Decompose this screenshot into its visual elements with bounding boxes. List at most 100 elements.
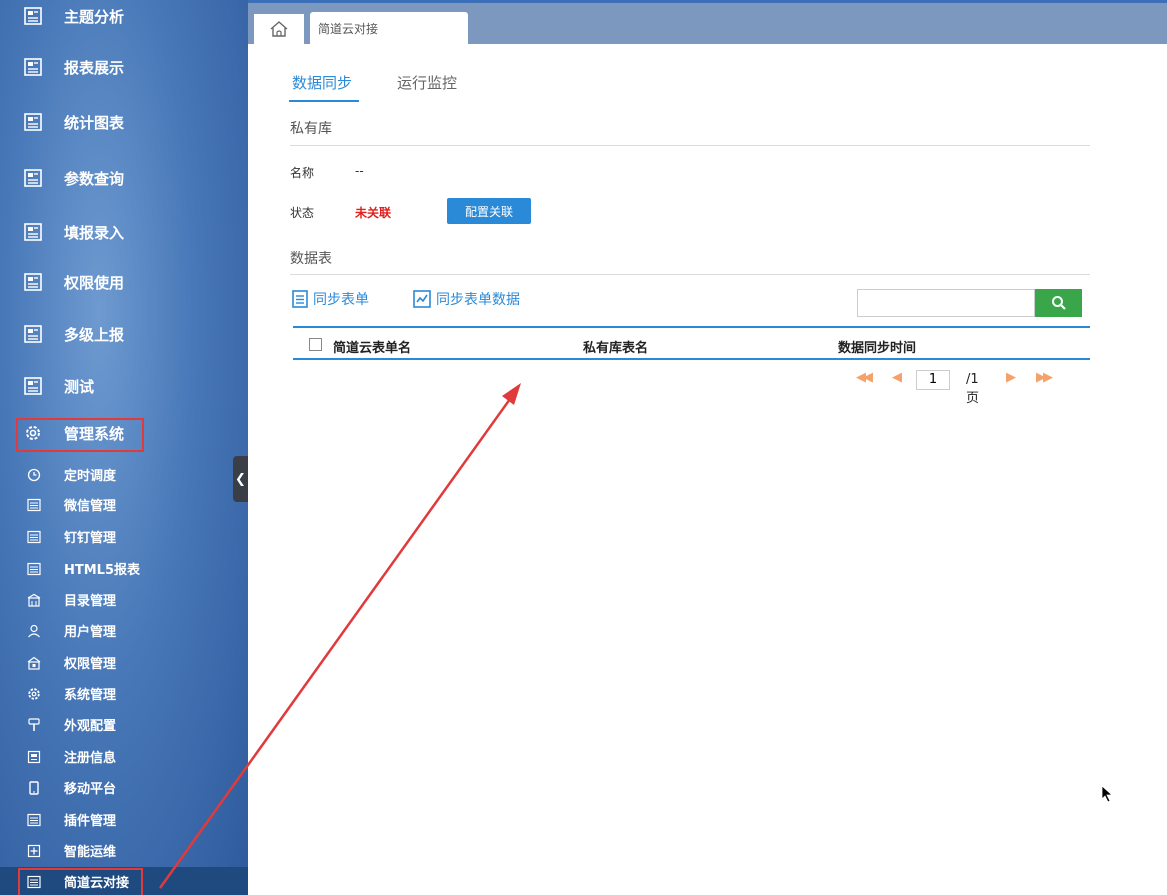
sidebar-item-report-display[interactable]: 报表展示 [0,47,248,87]
table-header: 简道云表单名 私有库表名 数据同步时间 [293,326,1090,360]
sidebar-item-label: 测试 [64,377,95,396]
sidebar-item-label: 移动平台 [64,782,117,797]
status-label: 状态 [290,206,315,220]
report-icon [24,325,42,343]
sync-form-data-label: 同步表单数据 [436,292,520,308]
report-icon [24,113,42,131]
sidebar-item-theme-analysis[interactable]: 主题分析 [0,0,248,36]
sidebar-item-label: 智能运维 [64,845,117,860]
chart-line-icon [413,290,431,308]
sidebar-item-label: 外观配置 [64,719,117,734]
data-table-title: 数据表 [290,251,332,267]
chevron-left-icon: ❮ [235,471,246,487]
grid-icon [27,530,41,543]
sidebar-item-label: 权限管理 [64,657,117,672]
tab-jiandaoyun[interactable]: 简道云对接 [310,12,468,44]
prev-page-icon[interactable]: ◀ [892,370,902,385]
search-input[interactable] [857,289,1035,317]
search-icon [1051,296,1066,310]
report-icon [24,223,42,241]
sidebar-item-test[interactable]: 测试 [0,366,248,406]
sidebar: 主题分析 报表展示 统计图表 参数查询 填报录入 权限使用 多级上报 测试 管理… [0,0,248,895]
sidebar-item-label: 插件管理 [64,814,117,829]
column-header[interactable]: 简道云表单名 [333,337,411,356]
gear-icon [26,426,40,440]
report-icon [24,169,42,187]
name-label: 名称 [290,166,315,180]
brush-icon [28,717,40,731]
active-tab-indicator [289,100,359,102]
sidebar-subitem-schedule[interactable]: 定时调度 [0,460,248,489]
sidebar-item-label: 注册信息 [64,751,117,766]
mouse-cursor-icon [1101,785,1113,803]
sidebar-item-permission-use[interactable]: 权限使用 [0,262,248,302]
sidebar-subitem-plugins[interactable]: 插件管理 [0,805,248,834]
sidebar-item-label: 主题分析 [64,7,125,26]
sidebar-subitem-dingtalk[interactable]: 钉钉管理 [0,522,248,551]
sidebar-subitem-appearance[interactable]: 外观配置 [0,710,248,739]
home-icon [270,21,288,37]
report-icon [24,273,42,291]
sidebar-item-label: 定时调度 [64,469,117,484]
sidebar-item-label: 微信管理 [64,499,117,514]
sidebar-item-label: 统计图表 [64,113,125,132]
config-association-button[interactable]: 配置关联 [447,198,531,224]
clock-icon [27,468,41,481]
sidebar-subitem-registration[interactable]: 注册信息 [0,742,248,771]
tab-data-sync[interactable]: 数据同步 [292,72,352,93]
sidebar-subitem-jiandaoyun[interactable]: 简道云对接 [0,867,248,895]
private-db-title: 私有库 [290,121,332,137]
next-page-icon[interactable]: ▶ [1006,370,1016,385]
sidebar-item-param-query[interactable]: 参数查询 [0,158,248,198]
home-tab[interactable] [254,14,304,44]
select-all-checkbox[interactable] [309,338,322,351]
sidebar-subitem-wechat[interactable]: 微信管理 [0,490,248,519]
tab-run-monitor[interactable]: 运行监控 [397,72,457,93]
grid-icon [27,875,41,888]
sidebar-subitem-smart-ops[interactable]: 智能运维 [0,836,248,865]
sidebar-item-multi-level-report[interactable]: 多级上报 [0,314,248,354]
page-number-input[interactable]: 1 [916,370,950,390]
sync-form-data-button[interactable]: 同步表单数据 [413,289,520,309]
sidebar-item-label: 目录管理 [64,594,117,609]
sidebar-item-label: 参数查询 [64,169,125,188]
column-header[interactable]: 数据同步时间 [838,337,916,356]
sidebar-item-data-entry[interactable]: 填报录入 [0,212,248,252]
report-icon [24,377,42,395]
sync-form-label: 同步表单 [313,292,369,308]
mobile-icon [29,780,39,795]
column-header[interactable]: 私有库表名 [583,337,648,356]
lock-icon [27,656,41,670]
register-icon [27,750,41,763]
sidebar-item-label: 填报录入 [64,223,125,242]
sidebar-item-label: HTML5报表 [64,563,141,578]
sidebar-item-label: 用户管理 [64,625,117,640]
report-icon [24,7,42,25]
last-page-icon[interactable]: ▶▶ [1036,370,1053,385]
status-value: 未关联 [355,206,392,220]
sidebar-item-statistics-chart[interactable]: 统计图表 [0,102,248,142]
form-icon [292,290,308,308]
sidebar-item-label: 权限使用 [64,273,125,292]
sidebar-subitem-users[interactable]: 用户管理 [0,616,248,645]
building-icon [27,593,41,607]
sidebar-item-label: 钉钉管理 [64,531,117,546]
sidebar-subitem-directory[interactable]: 目录管理 [0,585,248,614]
sidebar-subitem-permissions[interactable]: 权限管理 [0,648,248,677]
search-button[interactable] [1035,289,1082,317]
sidebar-subitem-mobile[interactable]: 移动平台 [0,773,248,802]
sidebar-subitem-html5-report[interactable]: HTML5报表 [0,554,248,583]
divider [290,145,1090,146]
name-value: -- [355,164,364,178]
sidebar-item-label: 管理系统 [64,424,125,443]
sidebar-collapse-button[interactable]: ❮ [233,456,248,502]
page-total: /1 页 [966,372,980,406]
grid-icon [27,562,41,575]
sidebar-item-label: 报表展示 [64,58,125,77]
sync-form-button[interactable]: 同步表单 [292,289,369,309]
sidebar-subitem-system[interactable]: 系统管理 [0,679,248,708]
settings-icon [28,687,40,700]
user-icon [28,624,40,637]
sidebar-item-management-system[interactable]: 管理系统 [0,413,248,453]
first-page-icon[interactable]: ◀◀ [856,370,873,385]
